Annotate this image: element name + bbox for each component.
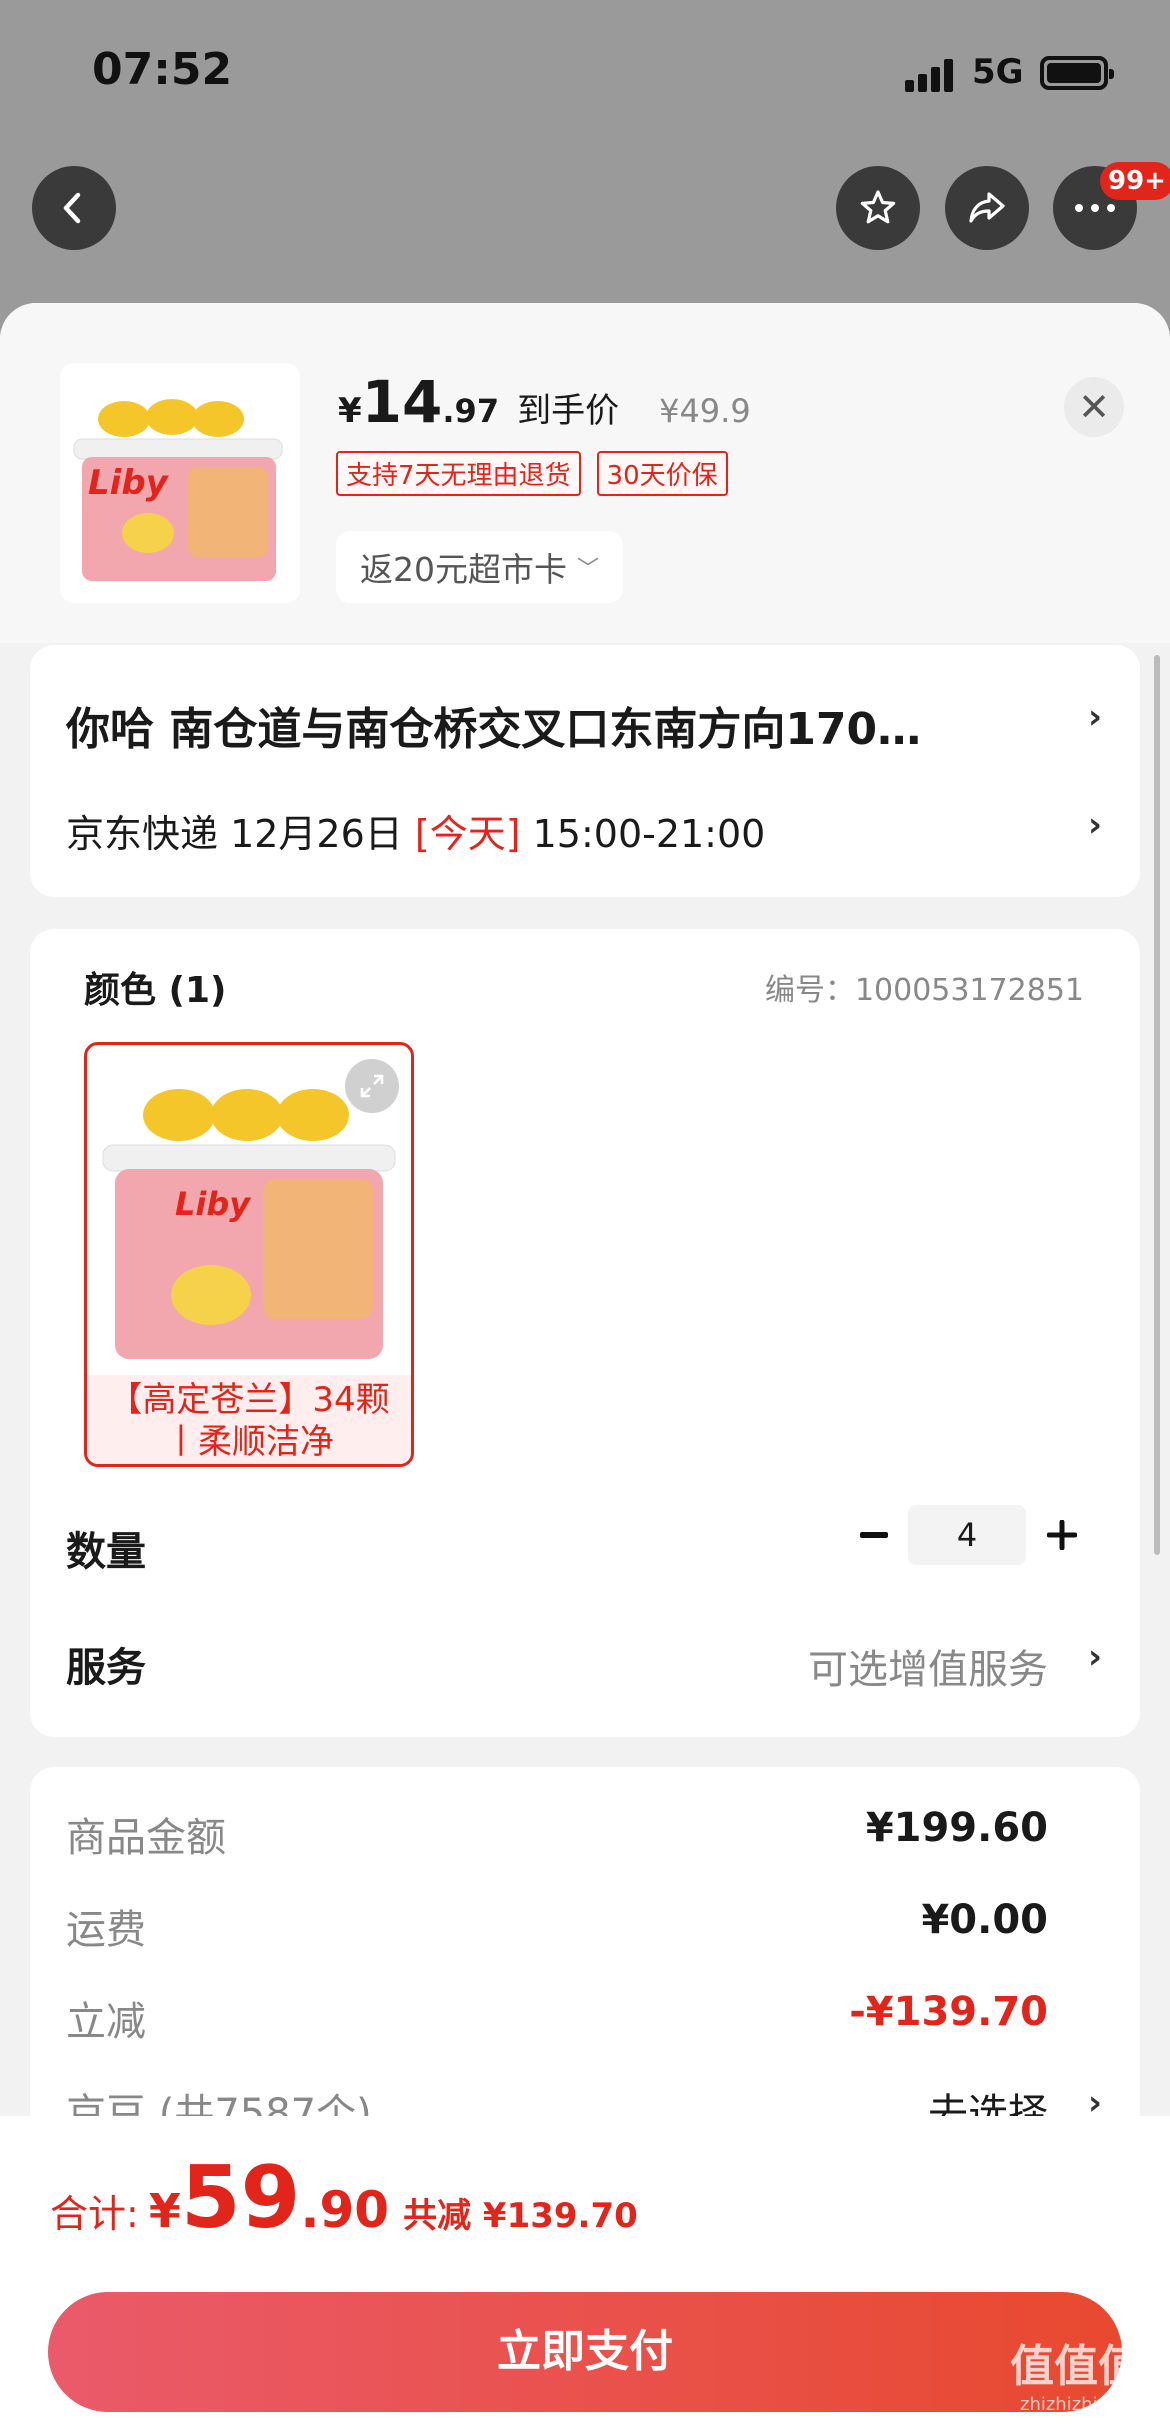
original-price: ¥49.9 — [659, 392, 751, 430]
total-integer: 59 — [180, 2148, 301, 2248]
summary-row-shipping: 运费 ¥0.00 — [66, 1897, 1048, 1957]
price-decimal: .97 — [442, 392, 500, 430]
star-icon — [860, 190, 896, 224]
summary-value: ¥0.00 — [921, 1897, 1048, 1943]
more-dots-icon — [1075, 204, 1115, 212]
delivery-info[interactable]: 京东快递 12月26日 [今天] 15:00-21:00 — [66, 803, 765, 858]
price-row: ¥ 14 .97 到手价 ¥49.9 — [338, 368, 751, 436]
variant-label: 【高定苍兰】34颗 丨柔顺洁净 — [87, 1375, 411, 1464]
minus-icon — [860, 1532, 888, 1538]
total-currency: ¥ — [148, 2184, 181, 2238]
address-line: 你哈 南仓道与南仓桥交叉口东南方向170… — [66, 704, 922, 755]
checkout-bar: 合计: ¥ 59 .90 共减 ¥139.70 立即支付 — [0, 2116, 1170, 2430]
sku-number: 编号：100053172851 — [764, 973, 1084, 1008]
chevron-right-icon: › — [1087, 697, 1102, 737]
chevron-right-icon: › — [1087, 1637, 1102, 1677]
plus-icon — [1047, 1520, 1077, 1550]
chevron-right-icon: › — [1087, 805, 1102, 845]
brand-logo: Liby — [88, 463, 168, 503]
rebate-dropdown[interactable]: 返20元超市卡 ﹀ — [336, 531, 624, 603]
price-currency: ¥ — [338, 391, 362, 431]
network-label: 5G — [972, 52, 1024, 92]
battery-icon — [1040, 56, 1114, 90]
favorite-button[interactable] — [836, 166, 920, 250]
share-button[interactable] — [945, 166, 1029, 250]
expand-icon[interactable] — [345, 1059, 399, 1113]
price-label: 到手价 — [517, 391, 620, 431]
summary-value: ¥199.60 — [865, 1805, 1048, 1851]
scrollbar[interactable] — [1154, 655, 1160, 1555]
tag-price-protect: 30天价保 — [596, 451, 728, 496]
summary-row-discount: 立减 -¥139.70 — [66, 1989, 1048, 2049]
summary-label: 运费 — [66, 1907, 146, 1953]
signal-icon — [905, 58, 957, 92]
status-time: 07:52 — [92, 44, 233, 95]
total-label: 合计: — [50, 2192, 139, 2236]
service-selector[interactable]: 可选增值服务 — [808, 1637, 1048, 1695]
price-integer: 14 — [361, 368, 443, 436]
summary-row-subtotal: 商品金额 ¥199.60 — [66, 1805, 1048, 1865]
chevron-down-icon: ﹀ — [577, 557, 600, 582]
summary-value: -¥139.70 — [849, 1989, 1048, 2035]
total-decimal: .90 — [300, 2181, 390, 2239]
quantity-input[interactable]: 4 — [908, 1505, 1026, 1565]
status-bar: 07:52 5G — [0, 0, 1170, 150]
address-card[interactable]: 你哈 南仓道与南仓桥交叉口东南方向170… › 京东快递 12月26日 [今天]… — [30, 645, 1140, 897]
chevron-left-icon — [63, 192, 81, 224]
quantity-increase-button[interactable] — [1034, 1507, 1090, 1563]
watermark-url: zhizhizhi.com — [1020, 2394, 1142, 2415]
summary-label: 立减 — [66, 1999, 146, 2045]
service-tags: 支持7天无理由退货 30天价保 — [336, 451, 728, 496]
pay-now-button[interactable]: 立即支付 — [48, 2292, 1122, 2412]
delivery-today: [今天] — [414, 812, 521, 856]
close-icon: ✕ — [1078, 385, 1110, 429]
delivery-time: 15:00-21:00 — [520, 812, 766, 856]
summary-label: 商品金额 — [66, 1815, 226, 1861]
variant-brand-logo: Liby — [175, 1185, 251, 1223]
service-label: 服务 — [66, 1645, 146, 1691]
total-row: 合计: ¥ 59 .90 共减 ¥139.70 — [50, 2148, 638, 2248]
back-button[interactable] — [32, 166, 116, 250]
variant-label-line2: 丨柔顺洁净 — [164, 1422, 334, 1462]
share-icon — [969, 192, 1005, 223]
product-thumbnail[interactable]: Liby — [60, 363, 300, 603]
delivery-prefix: 京东快递 12月26日 — [66, 812, 415, 856]
variant-option[interactable]: Liby 【高定苍兰】34颗 丨柔顺洁净 — [84, 1042, 414, 1467]
close-button[interactable]: ✕ — [1064, 377, 1124, 437]
message-badge: 99+ — [1100, 162, 1170, 200]
product-header: Liby ¥ 14 .97 到手价 ¥49.9 支持7天无理由退货 30天价保 … — [0, 303, 1170, 643]
rebate-label: 返20元超市卡 — [360, 550, 567, 589]
color-title: 颜色 (1) — [84, 970, 227, 1011]
watermark: 值值值 — [1010, 2341, 1142, 2392]
quantity-decrease-button[interactable] — [846, 1507, 902, 1563]
purchase-sheet: Liby ¥ 14 .97 到手价 ¥49.9 支持7天无理由退货 30天价保 … — [0, 303, 1170, 2430]
tag-return: 支持7天无理由退货 — [336, 451, 581, 496]
spec-card: 颜色 (1) 编号：100053172851 Liby 【高定苍兰】34颗 丨柔… — [30, 929, 1140, 1737]
variant-label-line1: 【高定苍兰】34颗 — [108, 1380, 390, 1420]
quantity-label: 数量 — [66, 1529, 146, 1575]
total-saved: 共减 ¥139.70 — [403, 2196, 638, 2236]
